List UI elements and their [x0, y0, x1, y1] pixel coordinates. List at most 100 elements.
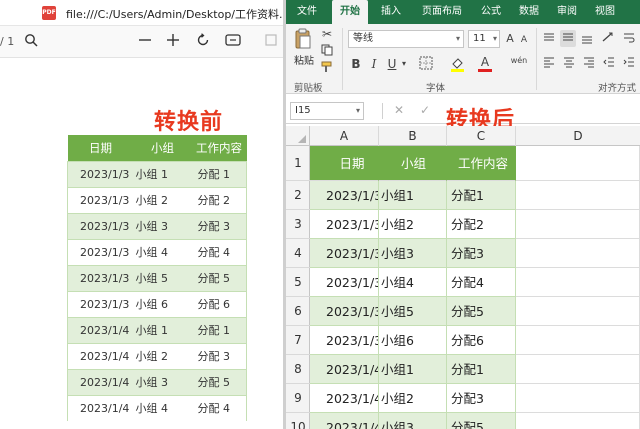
zoom-in-icon[interactable]: [164, 33, 182, 51]
cell-d7[interactable]: [516, 326, 640, 355]
column-header-b[interactable]: B: [379, 126, 447, 146]
cell-b3[interactable]: 小组2: [379, 210, 447, 239]
cell-a4[interactable]: 2023/1/3: [310, 239, 379, 268]
increase-indent-icon[interactable]: [622, 56, 636, 71]
cell-a9[interactable]: 2023/1/4: [310, 384, 379, 413]
tab-formulas[interactable]: 公式: [474, 0, 508, 24]
cell-a10[interactable]: 2023/1/4: [310, 413, 379, 429]
page-view-icon[interactable]: [262, 33, 280, 51]
font-size-select[interactable]: 11 ▾: [468, 30, 500, 48]
cell-d10[interactable]: [516, 413, 640, 429]
cut-icon[interactable]: ✂: [320, 27, 334, 41]
tab-data[interactable]: 数据: [512, 0, 546, 24]
cell-b8[interactable]: 小组1: [379, 355, 447, 384]
fit-page-icon[interactable]: [224, 33, 242, 51]
cell-b9[interactable]: 小组2: [379, 384, 447, 413]
cell-d6[interactable]: [516, 297, 640, 326]
align-top-icon[interactable]: [542, 32, 556, 47]
copy-icon[interactable]: [320, 44, 334, 59]
paste-icon[interactable]: [294, 28, 312, 50]
cell-b1[interactable]: 小组: [379, 146, 447, 181]
cell-area[interactable]: 日期 小组 工作内容 2023/1/3 小组1 分配1 2023/1/3 小组2 分配2 2023…: [310, 146, 640, 429]
decrease-indent-icon[interactable]: [602, 56, 616, 71]
align-right-icon[interactable]: [582, 56, 596, 71]
tab-file[interactable]: 文件: [290, 0, 324, 24]
cell-d8[interactable]: [516, 355, 640, 384]
cell-c9[interactable]: 分配3: [447, 384, 516, 413]
tab-insert[interactable]: 插入: [374, 0, 408, 24]
chevron-down-icon[interactable]: ▾: [400, 57, 408, 71]
wrap-text-icon[interactable]: [622, 31, 636, 46]
underline-button[interactable]: U: [386, 57, 398, 71]
tab-home[interactable]: 开始: [332, 0, 368, 24]
align-bottom-icon[interactable]: [580, 32, 594, 47]
align-center-icon[interactable]: [562, 56, 576, 71]
enter-icon[interactable]: ✓: [420, 103, 430, 117]
borders-icon[interactable]: [418, 56, 434, 73]
select-all-button[interactable]: [286, 126, 310, 146]
cell-c6[interactable]: 分配5: [447, 297, 516, 326]
row-header[interactable]: 2: [286, 181, 310, 210]
address-bar[interactable]: PDF file:///C:/Users/Admin/Desktop/工作资料.…: [0, 0, 283, 26]
font-name-select[interactable]: 等线 ▾: [348, 30, 464, 48]
cell-b10[interactable]: 小组3: [379, 413, 447, 429]
column-header-c[interactable]: C: [447, 126, 516, 146]
file-url[interactable]: file:///C:/Users/Admin/Desktop/工作资料.pdf: [66, 6, 283, 22]
cell-c2[interactable]: 分配1: [447, 181, 516, 210]
bold-button[interactable]: B: [350, 57, 362, 71]
cell-b6[interactable]: 小组5: [379, 297, 447, 326]
row-header[interactable]: 9: [286, 384, 310, 413]
row-header[interactable]: 8: [286, 355, 310, 384]
cell-a8[interactable]: 2023/1/4: [310, 355, 379, 384]
cell-b5[interactable]: 小组4: [379, 268, 447, 297]
column-header-d[interactable]: D: [516, 126, 640, 146]
row-header[interactable]: 7: [286, 326, 310, 355]
cell-a7[interactable]: 2023/1/3: [310, 326, 379, 355]
cell-a3[interactable]: 2023/1/3: [310, 210, 379, 239]
format-painter-icon[interactable]: [320, 61, 334, 76]
cell-c4[interactable]: 分配3: [447, 239, 516, 268]
cell-c7[interactable]: 分配6: [447, 326, 516, 355]
name-box[interactable]: I15 ▾: [290, 102, 364, 120]
tab-view[interactable]: 视图: [588, 0, 622, 24]
row-header[interactable]: 4: [286, 239, 310, 268]
font-color-icon[interactable]: A: [478, 55, 492, 72]
align-middle-icon[interactable]: [560, 30, 576, 47]
rotate-icon[interactable]: [194, 33, 212, 51]
paste-button[interactable]: 粘贴: [292, 52, 316, 67]
row-header[interactable]: 6: [286, 297, 310, 326]
shrink-font-icon[interactable]: A: [518, 33, 530, 47]
cell-d1[interactable]: [516, 146, 640, 181]
cell-b4[interactable]: 小组3: [379, 239, 447, 268]
row-header[interactable]: 10: [286, 413, 310, 429]
cell-a5[interactable]: 2023/1/3: [310, 268, 379, 297]
cell-b2[interactable]: 小组1: [379, 181, 447, 210]
cell-c1[interactable]: 工作内容: [447, 146, 516, 181]
cell-c10[interactable]: 分配5: [447, 413, 516, 429]
row-header[interactable]: 3: [286, 210, 310, 239]
tab-review[interactable]: 审阅: [550, 0, 584, 24]
cell-d3[interactable]: [516, 210, 640, 239]
orientation-icon[interactable]: [600, 31, 616, 46]
grow-font-icon[interactable]: A: [504, 32, 516, 46]
cell-d9[interactable]: [516, 384, 640, 413]
cell-c3[interactable]: 分配2: [447, 210, 516, 239]
cancel-icon[interactable]: ✕: [394, 103, 404, 117]
search-icon[interactable]: [22, 33, 40, 51]
cell-b7[interactable]: 小组6: [379, 326, 447, 355]
cell-d2[interactable]: [516, 181, 640, 210]
cell-d4[interactable]: [516, 239, 640, 268]
column-header-a[interactable]: A: [310, 126, 379, 146]
cell-a2[interactable]: 2023/1/3: [310, 181, 379, 210]
cell-c5[interactable]: 分配4: [447, 268, 516, 297]
row-header[interactable]: 5: [286, 268, 310, 297]
cell-a1[interactable]: 日期: [310, 146, 379, 181]
zoom-out-icon[interactable]: [136, 33, 154, 51]
row-header[interactable]: 1: [286, 146, 310, 181]
tab-page-layout[interactable]: 页面布局: [414, 0, 470, 24]
phonetic-guide-icon[interactable]: wén: [508, 54, 530, 68]
fill-color-icon[interactable]: [450, 56, 466, 75]
italic-button[interactable]: I: [368, 57, 380, 71]
align-left-icon[interactable]: [542, 56, 556, 71]
cell-a6[interactable]: 2023/1/3: [310, 297, 379, 326]
